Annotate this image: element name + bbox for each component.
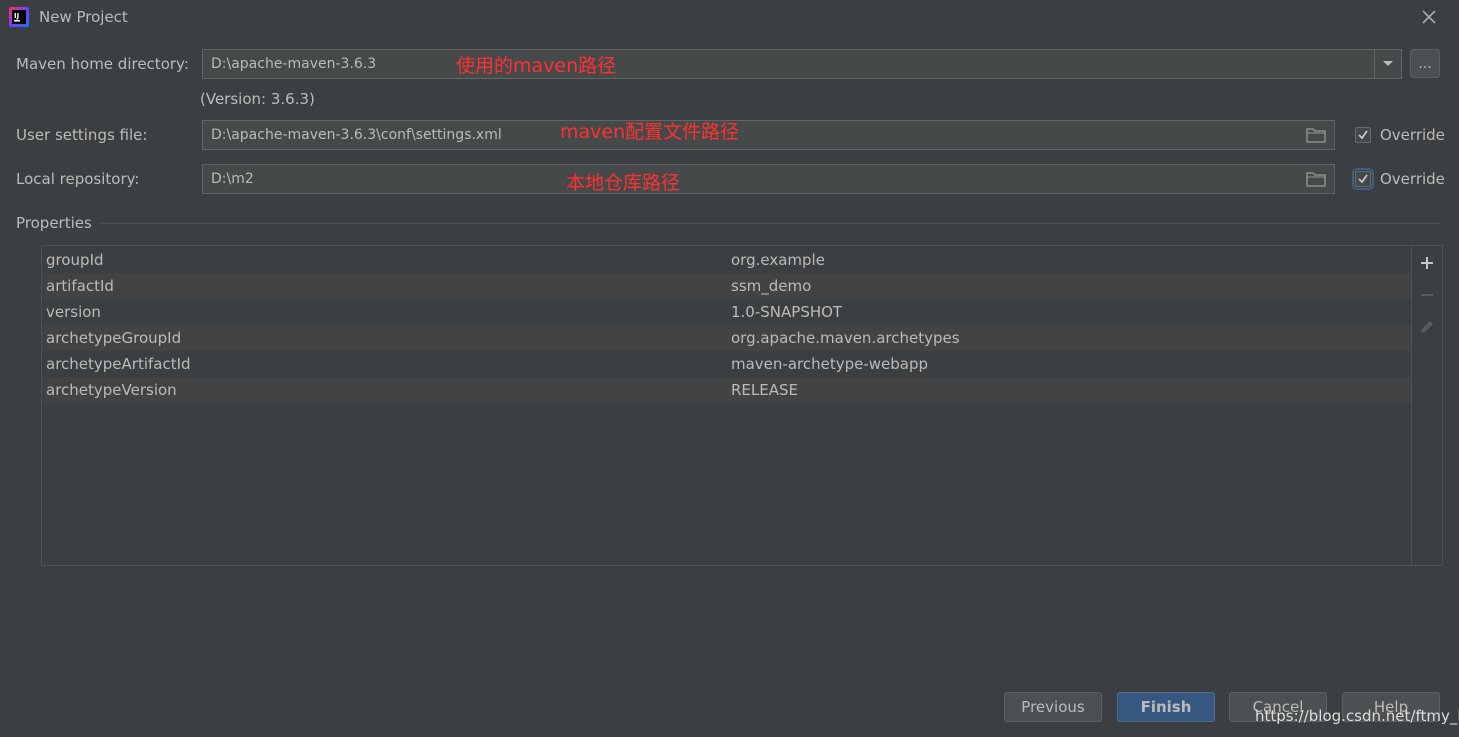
folder-icon[interactable] <box>1306 170 1326 188</box>
user-settings-override-checkbox[interactable] <box>1355 127 1371 143</box>
intellij-logo-icon: IJ <box>9 7 29 27</box>
properties-title: Properties <box>16 214 92 232</box>
property-value: org.apache.maven.archetypes <box>731 329 960 347</box>
properties-separator <box>100 223 1440 224</box>
local-repository-value: D:\m2 <box>211 171 254 187</box>
property-value: ssm_demo <box>731 277 812 295</box>
svg-text:IJ: IJ <box>14 12 19 20</box>
maven-home-annotation: 使用的maven路径 <box>456 55 617 77</box>
table-row[interactable]: artifactId ssm_demo <box>42 273 1411 299</box>
remove-icon[interactable] <box>1418 286 1436 304</box>
properties-table[interactable]: groupId org.example artifactId ssm_demo … <box>41 245 1443 566</box>
chevron-down-icon[interactable] <box>1374 50 1401 78</box>
property-key: groupId <box>46 251 104 269</box>
property-value: maven-archetype-webapp <box>731 355 929 373</box>
maven-version-text: (Version: 3.6.3) <box>200 90 315 108</box>
folder-icon[interactable] <box>1306 126 1326 144</box>
property-key: archetypeArtifactId <box>46 355 191 373</box>
maven-home-label: Maven home directory: <box>16 55 189 73</box>
property-key: archetypeGroupId <box>46 329 182 347</box>
property-key: version <box>46 303 101 321</box>
table-row[interactable]: archetypeGroupId org.apache.maven.archet… <box>42 325 1411 351</box>
table-row[interactable]: archetypeVersion RELEASE <box>42 377 1411 403</box>
previous-button[interactable]: Previous <box>1004 692 1102 722</box>
table-row[interactable]: groupId org.example <box>42 247 1411 273</box>
window-title: New Project <box>39 8 128 26</box>
user-settings-override-label[interactable]: Override <box>1380 126 1445 144</box>
user-settings-value: D:\apache-maven-3.6.3\conf\settings.xml <box>211 127 502 143</box>
local-repository-label: Local repository: <box>16 170 140 188</box>
add-icon[interactable] <box>1418 254 1436 272</box>
property-key: archetypeVersion <box>46 381 177 399</box>
user-settings-annotation: maven配置文件路径 <box>560 121 740 143</box>
table-row[interactable]: version 1.0-SNAPSHOT <box>42 299 1411 325</box>
watermark-text: https://blog.csdn.net/ftmy_l <box>1255 707 1459 725</box>
property-value: 1.0-SNAPSHOT <box>731 303 843 321</box>
maven-home-combobox[interactable]: D:\apache-maven-3.6.3 <box>202 49 1402 79</box>
property-key: artifactId <box>46 277 114 295</box>
user-settings-field[interactable]: D:\apache-maven-3.6.3\conf\settings.xml <box>202 120 1335 150</box>
browse-maven-home-button[interactable]: ... <box>1410 49 1440 78</box>
maven-home-value: D:\apache-maven-3.6.3 <box>211 56 377 72</box>
property-value: org.example <box>731 251 825 269</box>
user-settings-label: User settings file: <box>16 126 148 144</box>
edit-icon[interactable] <box>1418 318 1436 336</box>
local-repository-override-checkbox[interactable] <box>1352 168 1374 190</box>
title-bar <box>0 0 1459 36</box>
local-repository-override-label[interactable]: Override <box>1380 170 1445 188</box>
local-repository-field[interactable]: D:\m2 <box>202 164 1335 194</box>
finish-button[interactable]: Finish <box>1117 692 1215 722</box>
properties-toolbar <box>1411 246 1442 565</box>
table-row[interactable]: archetypeArtifactId maven-archetype-weba… <box>42 351 1411 377</box>
close-icon[interactable] <box>1420 8 1438 26</box>
property-value: RELEASE <box>731 381 798 399</box>
local-repository-annotation: 本地仓库路径 <box>566 172 681 194</box>
